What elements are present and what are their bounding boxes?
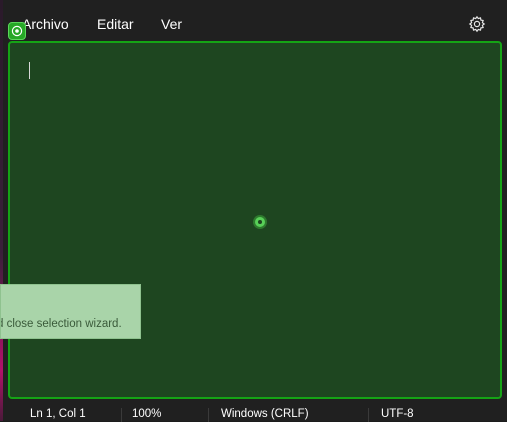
- tooltip-text: d close selection wizard.: [0, 318, 122, 330]
- status-position: Ln 1, Col 1: [30, 408, 86, 420]
- text-editor-area[interactable]: [8, 41, 502, 399]
- status-encoding: UTF-8: [381, 408, 414, 420]
- target-icon: [11, 25, 23, 37]
- notepad-window: Archivo Editar Ver Ln 1, Col 1 100% Wind…: [3, 0, 507, 422]
- text-caret: [29, 62, 30, 79]
- gear-icon[interactable]: [468, 15, 486, 33]
- status-divider: [121, 408, 122, 422]
- status-zoom: 100%: [132, 408, 162, 420]
- selection-wizard-handle[interactable]: [8, 22, 26, 40]
- status-bar: Ln 1, Col 1 100% Windows (CRLF) UTF-8: [3, 400, 507, 422]
- menu-ver[interactable]: Ver: [161, 16, 182, 32]
- status-line-ending: Windows (CRLF): [221, 408, 309, 420]
- status-divider: [208, 408, 209, 422]
- menu-archivo[interactable]: Archivo: [22, 16, 69, 32]
- selection-center-marker[interactable]: [255, 217, 265, 227]
- status-divider: [368, 408, 369, 422]
- menu-editar[interactable]: Editar: [97, 16, 134, 32]
- selection-wizard-tooltip: d close selection wizard.: [0, 284, 141, 339]
